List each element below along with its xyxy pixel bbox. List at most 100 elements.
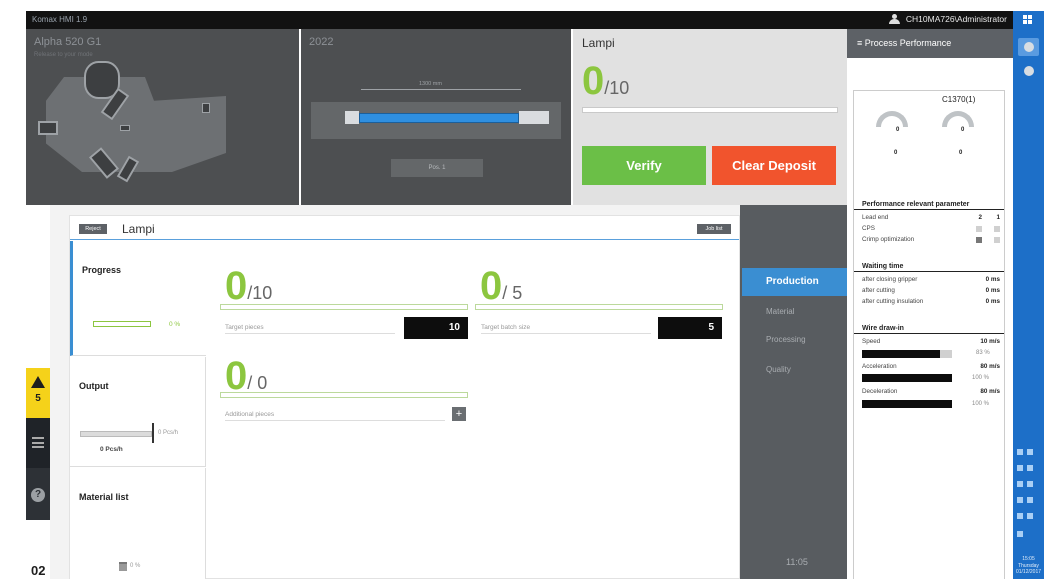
target-batch-bar bbox=[475, 304, 723, 310]
user-menu[interactable]: CH10MA726\Administrator bbox=[888, 14, 1007, 24]
tray-row-4[interactable] bbox=[1017, 497, 1040, 506]
output-rate-value: 0 Pcs/h bbox=[100, 446, 123, 453]
gauge-1 bbox=[876, 111, 908, 127]
gauge-2 bbox=[942, 111, 974, 127]
cable-panel[interactable]: 2022 1300 mm Pos. 1 bbox=[301, 29, 571, 205]
acceleration-bar bbox=[862, 374, 952, 382]
dimension-line bbox=[361, 89, 521, 90]
job-card: Reject Lampi Job list Progress 0 % Outpu… bbox=[69, 215, 740, 579]
job-card-header: Reject Lampi Job list bbox=[70, 216, 739, 240]
view-tabs: Production Material Processing Quality 1… bbox=[740, 205, 847, 579]
progress-mini-bar bbox=[93, 321, 151, 327]
output-section[interactable]: Output 0 Pcs/h 0 Pcs/h bbox=[70, 357, 206, 467]
warning-icon bbox=[31, 376, 45, 388]
target-pieces-label: Target pieces bbox=[225, 324, 395, 334]
output-marker bbox=[152, 423, 154, 443]
reject-button[interactable]: Reject bbox=[79, 224, 107, 234]
hmi-app-icon bbox=[1024, 42, 1034, 52]
target-pieces-input[interactable]: 10 bbox=[404, 317, 468, 339]
clock: 11:05 bbox=[786, 557, 808, 567]
taskbar: 15:05 Thursday 01/12/2017 bbox=[1013, 11, 1044, 579]
tray-row-5[interactable] bbox=[1017, 513, 1040, 522]
job-title: Lampi bbox=[122, 222, 155, 236]
tray-row-1[interactable] bbox=[1017, 449, 1040, 458]
waiting-gripper-row: after closing gripper 0 ms bbox=[862, 276, 1000, 283]
job-list-button[interactable]: Job list bbox=[697, 224, 731, 234]
dimension-label: 1300 mm bbox=[419, 81, 442, 87]
warnings-tab[interactable]: 5 bbox=[26, 368, 50, 418]
tab-production[interactable]: Production bbox=[742, 268, 847, 296]
warning-count: 5 bbox=[35, 393, 41, 404]
gauge-2-center: 0 bbox=[961, 127, 965, 133]
gauge-1-center: 0 bbox=[896, 127, 900, 133]
lampi-title: Lampi bbox=[582, 36, 615, 50]
speed-bar-rest bbox=[940, 350, 952, 358]
tray-row-6[interactable] bbox=[1017, 531, 1040, 540]
lampi-progress-bar bbox=[582, 107, 838, 113]
cable-end-right bbox=[519, 111, 549, 124]
tray-row-3[interactable] bbox=[1017, 481, 1040, 490]
additional-pieces-label: Additional pieces bbox=[225, 411, 445, 421]
taskbar-clock[interactable]: 15:05 Thursday 01/12/2017 bbox=[1013, 556, 1044, 576]
help-tab[interactable]: ? bbox=[26, 468, 50, 520]
crimp-optimization-row: Crimp optimization bbox=[862, 236, 1000, 243]
position-button[interactable]: Pos. 1 bbox=[391, 159, 483, 177]
add-pieces-button[interactable]: + bbox=[452, 407, 466, 421]
material-section[interactable]: Material list 0 % bbox=[70, 468, 206, 579]
waiting-cutting-row: after cutting 0 ms bbox=[862, 287, 1000, 294]
speed-percent: 83 % bbox=[976, 350, 990, 356]
trash-icon bbox=[119, 562, 127, 571]
progress-title: Progress bbox=[82, 265, 122, 275]
progress-section[interactable]: Progress 0 % bbox=[70, 241, 206, 356]
acceleration-percent: 100 % bbox=[972, 375, 990, 381]
tab-quality[interactable]: Quality bbox=[742, 356, 847, 384]
output-title: Output bbox=[79, 381, 109, 391]
performance-header[interactable]: ≡ Process Performance bbox=[847, 29, 1013, 58]
user-name: CH10MA726\Administrator bbox=[905, 14, 1007, 24]
app-title: Komax HMI 1.9 bbox=[32, 15, 88, 24]
material-percent: 0 % bbox=[130, 563, 141, 569]
waiting-insulation-row: after cutting insulation 0 ms bbox=[862, 298, 1000, 305]
taskbar-app-button[interactable] bbox=[1018, 62, 1039, 80]
gauge-2-value: 0 bbox=[959, 150, 963, 156]
cable-graphic bbox=[359, 113, 519, 123]
tab-processing[interactable]: Processing bbox=[742, 326, 847, 354]
cable-title: 2022 bbox=[309, 36, 334, 48]
lead-end-row: Lead end 2 1 bbox=[862, 214, 1000, 221]
deceleration-bar bbox=[862, 400, 952, 408]
machine-subtitle: Release to your mode bbox=[34, 52, 93, 58]
material-title: Material list bbox=[79, 492, 129, 502]
acceleration-row: Acceleration 80 m/s bbox=[862, 363, 1000, 370]
waiting-title: Waiting time bbox=[862, 263, 904, 270]
list-tab[interactable] bbox=[26, 418, 50, 468]
divider bbox=[854, 271, 1004, 272]
lampi-panel: Lampi 0/10 Verify Clear Deposit bbox=[573, 29, 847, 205]
divider bbox=[854, 333, 1004, 334]
windows-start-icon[interactable] bbox=[1023, 15, 1033, 25]
help-icon: ? bbox=[31, 488, 45, 502]
machine-panel[interactable]: Alpha 520 G1 Release to your mode bbox=[26, 29, 299, 205]
left-rail: 5 ? bbox=[26, 205, 50, 579]
taskbar-hmi-button[interactable] bbox=[1018, 38, 1039, 56]
output-rate-label: 0 Pcs/h bbox=[158, 430, 179, 436]
target-batch-label: Target batch size bbox=[481, 324, 651, 334]
tray-row-2[interactable] bbox=[1017, 465, 1040, 474]
relevant-title: Performance relevant parameter bbox=[862, 201, 970, 208]
hmi-screen: Komax HMI 1.9 CH10MA726\Administrator Al… bbox=[0, 0, 1061, 579]
menu-icon[interactable]: ≡ bbox=[857, 38, 862, 48]
performance-title: Process Performance bbox=[864, 38, 952, 48]
deceleration-row: Deceleration 80 m/s bbox=[862, 388, 1000, 395]
tab-material[interactable]: Material bbox=[742, 298, 847, 326]
cable-end-left bbox=[345, 111, 359, 124]
clear-deposit-button[interactable]: Clear Deposit bbox=[712, 146, 836, 185]
verify-button[interactable]: Verify bbox=[582, 146, 706, 185]
figure-label: 02 bbox=[31, 563, 46, 578]
target-batch-input[interactable]: 5 bbox=[658, 317, 722, 339]
target-pieces-bar bbox=[220, 304, 468, 310]
performance-details: C1370(1) 0 0 0 0 Performance relevant pa… bbox=[853, 90, 1005, 579]
lampi-counter: 0/10 bbox=[582, 59, 630, 103]
divider bbox=[854, 209, 1004, 210]
app-icon bbox=[1024, 66, 1034, 76]
additional-pieces-bar bbox=[220, 392, 468, 398]
process-performance-panel: ≡ Process Performance C1370(1) 0 0 0 0 P… bbox=[847, 29, 1013, 579]
